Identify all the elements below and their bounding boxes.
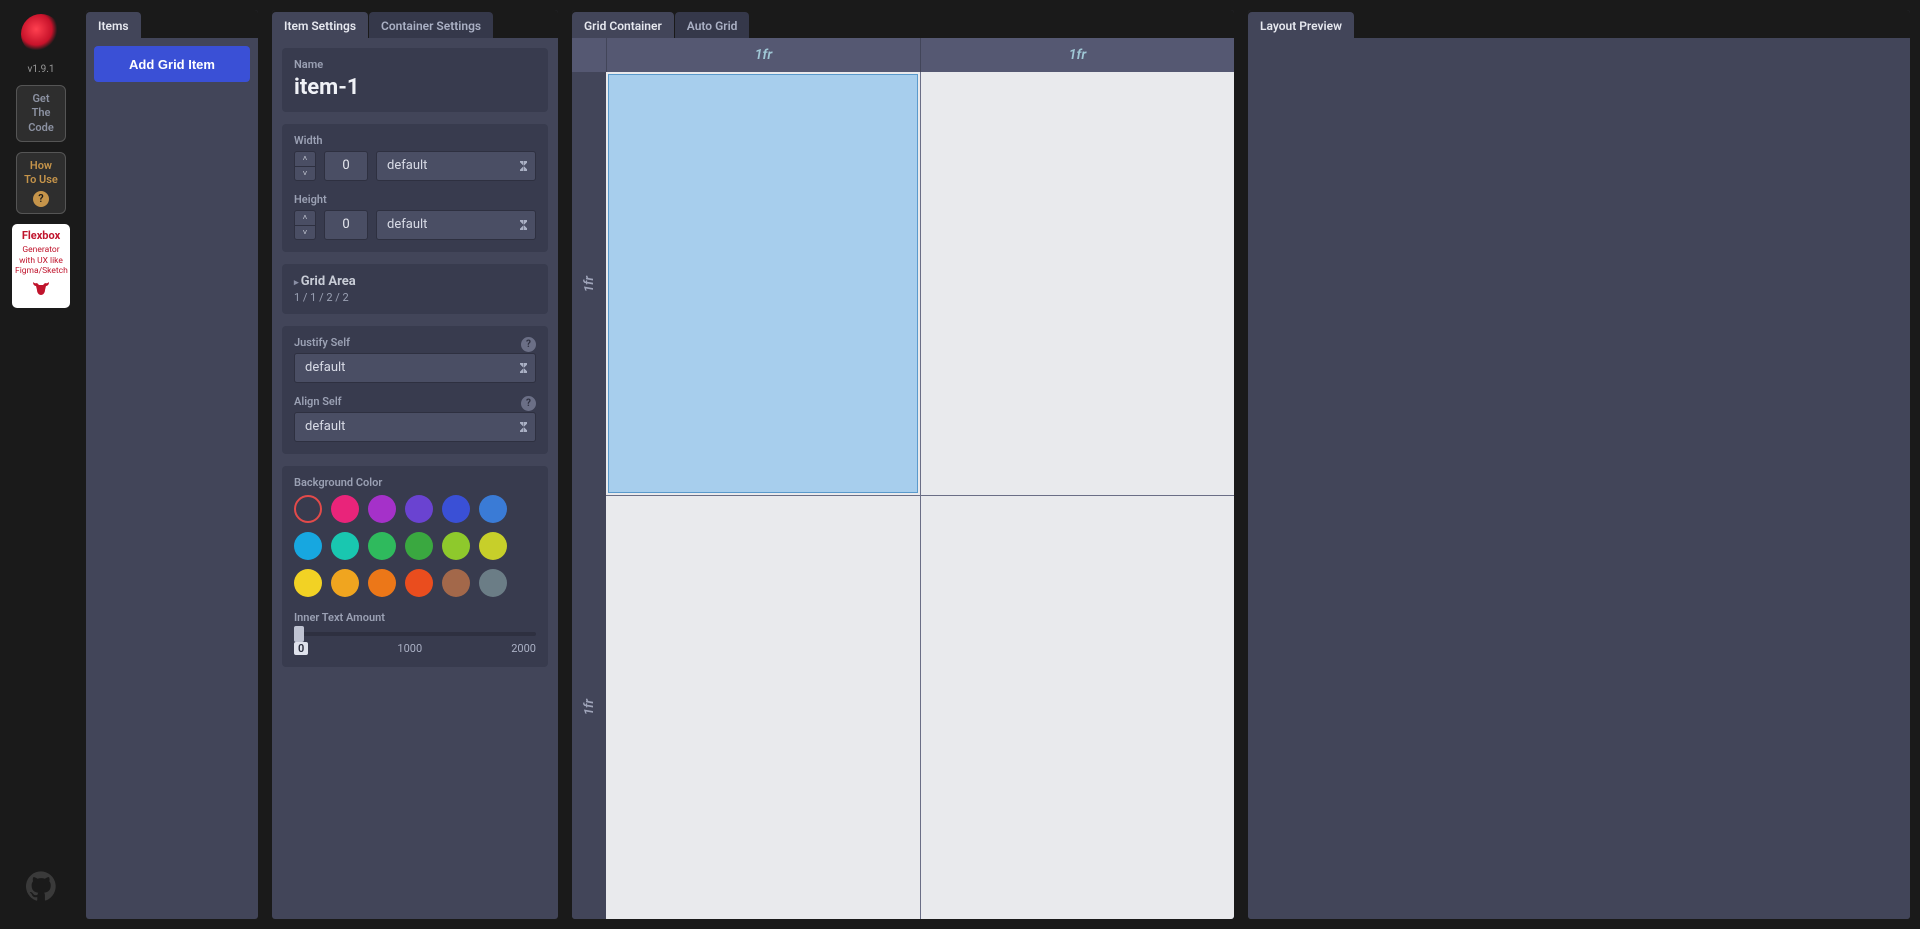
col-label-1[interactable]: 1fr bbox=[606, 38, 920, 72]
height-stepper[interactable]: ˄ ˅ bbox=[294, 210, 316, 240]
grid-panel: Grid Container Auto Grid 1fr 1fr 1fr 1fr bbox=[572, 10, 1234, 919]
col-labels: 1fr 1fr bbox=[606, 38, 1234, 72]
row-label-1[interactable]: 1fr bbox=[572, 72, 606, 496]
preview-canvas[interactable] bbox=[1248, 38, 1910, 919]
grid-area-value: 1 / 1 / 2 / 2 bbox=[294, 291, 536, 304]
help-icon: ? bbox=[33, 191, 49, 207]
items-tabs: Items bbox=[86, 10, 258, 38]
width-stepper[interactable]: ˄ ˅ bbox=[294, 151, 316, 181]
name-value[interactable]: item-1 bbox=[294, 75, 536, 100]
grid-corner[interactable] bbox=[572, 38, 606, 72]
slider-thumb[interactable] bbox=[294, 626, 304, 642]
chevron-down-icon[interactable]: ˅ bbox=[295, 167, 315, 181]
color-swatch[interactable] bbox=[405, 569, 433, 597]
bg-color-label: Background Color bbox=[294, 476, 536, 489]
name-label: Name bbox=[294, 58, 536, 71]
col-label-2[interactable]: 1fr bbox=[920, 38, 1234, 72]
color-swatch[interactable] bbox=[442, 569, 470, 597]
color-swatch[interactable] bbox=[479, 532, 507, 560]
color-swatch[interactable] bbox=[331, 495, 359, 523]
settings-tabs: Item Settings Container Settings bbox=[272, 10, 558, 38]
color-swatch[interactable] bbox=[368, 495, 396, 523]
grid-cell[interactable] bbox=[921, 496, 1235, 919]
width-unit-select[interactable]: default bbox=[376, 151, 536, 181]
row-labels: 1fr 1fr bbox=[572, 38, 606, 919]
height-label: Height bbox=[294, 193, 536, 206]
color-swatch[interactable] bbox=[368, 569, 396, 597]
color-swatch[interactable] bbox=[405, 495, 433, 523]
color-swatch[interactable] bbox=[294, 569, 322, 597]
color-swatch[interactable] bbox=[479, 569, 507, 597]
tab-items[interactable]: Items bbox=[86, 12, 141, 38]
tab-layout-preview[interactable]: Layout Preview bbox=[1248, 12, 1354, 38]
items-panel: Items Add Grid Item bbox=[86, 10, 258, 919]
inner-text-label: Inner Text Amount bbox=[294, 611, 536, 624]
inner-text-slider[interactable] bbox=[294, 632, 536, 636]
tab-container-settings[interactable]: Container Settings bbox=[369, 12, 493, 38]
color-swatch[interactable] bbox=[442, 495, 470, 523]
grid-cell[interactable] bbox=[606, 496, 920, 919]
color-swatch[interactable] bbox=[294, 532, 322, 560]
github-icon bbox=[26, 871, 56, 901]
flexbox-link[interactable]: Flexbox Generator with UX like Figma/Ske… bbox=[12, 224, 70, 307]
height-unit-select[interactable]: default bbox=[376, 210, 536, 240]
align-self-label: Align Self bbox=[294, 395, 342, 408]
get-code-label: Get The Code bbox=[28, 92, 54, 134]
grid-cell[interactable] bbox=[606, 72, 920, 495]
flexbox-subtitle: Generator with UX like Figma/Sketch bbox=[15, 245, 68, 276]
grid-cell[interactable] bbox=[921, 72, 1235, 495]
color-swatch[interactable] bbox=[405, 532, 433, 560]
color-swatch[interactable] bbox=[294, 495, 322, 523]
chevron-up-icon[interactable]: ˄ bbox=[295, 152, 315, 167]
slider-value: 0 bbox=[294, 642, 308, 655]
color-swatch[interactable] bbox=[331, 532, 359, 560]
align-help-icon[interactable]: ? bbox=[521, 396, 536, 411]
alignment-section: Justify Self ? default Align Self ? defa… bbox=[282, 326, 548, 454]
slider-max: 2000 bbox=[511, 642, 536, 655]
chevron-up-icon[interactable]: ˄ bbox=[295, 211, 315, 226]
preview-tabs: Layout Preview bbox=[1248, 10, 1910, 38]
color-swatch[interactable] bbox=[331, 569, 359, 597]
how-to-use-label: How To Use bbox=[24, 159, 58, 186]
grid-tabs: Grid Container Auto Grid bbox=[572, 10, 1234, 38]
grid-area-label: Grid Area bbox=[294, 274, 536, 289]
color-swatch[interactable] bbox=[368, 532, 396, 560]
chevron-down-icon[interactable]: ˅ bbox=[295, 226, 315, 240]
color-swatch[interactable] bbox=[442, 532, 470, 560]
appearance-section: Background Color Inner Text Amount 0 100… bbox=[282, 466, 548, 667]
app-logo[interactable] bbox=[21, 14, 61, 54]
row-label-2[interactable]: 1fr bbox=[572, 496, 606, 920]
dimensions-section: Width ˄ ˅ 0 default Height ˄ bbox=[282, 124, 548, 252]
github-link[interactable] bbox=[26, 871, 56, 901]
flexbox-title: Flexbox bbox=[15, 229, 67, 243]
grid-cells[interactable] bbox=[606, 72, 1234, 919]
height-value[interactable]: 0 bbox=[324, 210, 368, 240]
justify-self-label: Justify Self bbox=[294, 336, 350, 349]
placed-item[interactable] bbox=[608, 74, 918, 493]
justify-help-icon[interactable]: ? bbox=[521, 337, 536, 352]
left-rail: v1.9.1 Get The Code How To Use ? Flexbox… bbox=[10, 10, 72, 919]
settings-panel: Item Settings Container Settings Name it… bbox=[272, 10, 558, 919]
color-swatch[interactable] bbox=[479, 495, 507, 523]
bull-icon bbox=[30, 280, 52, 298]
how-to-use-button[interactable]: How To Use ? bbox=[16, 152, 66, 215]
tab-auto-grid[interactable]: Auto Grid bbox=[675, 12, 750, 38]
version-label: v1.9.1 bbox=[28, 64, 55, 75]
get-code-button[interactable]: Get The Code bbox=[16, 85, 66, 142]
tab-grid-container[interactable]: Grid Container bbox=[572, 12, 674, 38]
width-value[interactable]: 0 bbox=[324, 151, 368, 181]
add-grid-item-button[interactable]: Add Grid Item bbox=[94, 46, 250, 82]
slider-mid: 1000 bbox=[397, 642, 422, 655]
justify-self-select[interactable]: default bbox=[294, 353, 536, 383]
preview-panel: Layout Preview bbox=[1248, 10, 1910, 919]
color-swatches bbox=[294, 495, 536, 597]
tab-item-settings[interactable]: Item Settings bbox=[272, 12, 368, 38]
grid-area-section[interactable]: Grid Area 1 / 1 / 2 / 2 bbox=[282, 264, 548, 314]
name-section: Name item-1 bbox=[282, 48, 548, 112]
align-self-select[interactable]: default bbox=[294, 412, 536, 442]
width-label: Width bbox=[294, 134, 536, 147]
